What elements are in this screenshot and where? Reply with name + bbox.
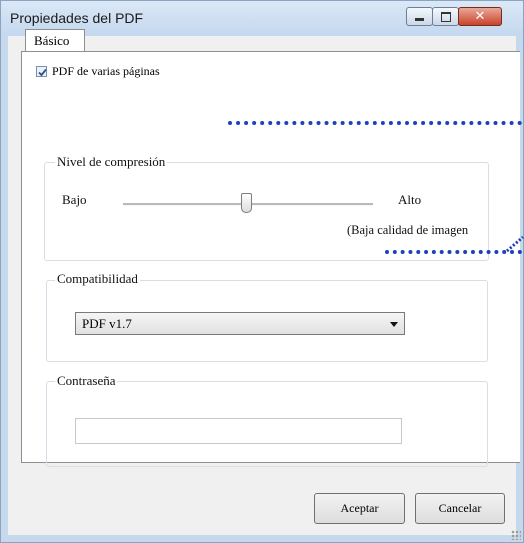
resize-grip-icon[interactable] <box>511 530 521 540</box>
callout-dotted-line <box>385 250 522 254</box>
maximize-button[interactable] <box>432 7 459 26</box>
ok-button[interactable]: Aceptar <box>314 493 405 524</box>
close-button[interactable]: ✕ <box>458 7 502 26</box>
minimize-button[interactable] <box>406 7 433 26</box>
compression-high-label: Alto <box>398 192 422 207</box>
compression-low-label: Bajo <box>62 192 87 207</box>
callout-dotted-diagonal <box>506 236 524 252</box>
multipage-label: PDF de varias páginas <box>52 64 160 78</box>
tab-basico[interactable]: Básico <box>25 29 85 51</box>
compression-note: (Baja calidad de imagen <box>347 223 469 237</box>
password-legend: Contraseña <box>55 373 118 389</box>
compatibility-value: PDF v1.7 <box>82 316 132 331</box>
window-title: Propiedades del PDF <box>10 10 144 26</box>
chevron-down-icon <box>390 322 398 327</box>
close-icon: ✕ <box>474 9 486 24</box>
callout-dotted-line <box>228 121 522 125</box>
compatibility-select[interactable]: PDF v1.7 <box>75 312 405 335</box>
compression-legend: Nivel de compresión <box>55 154 168 170</box>
password-field[interactable] <box>75 418 402 444</box>
maximize-icon <box>440 11 451 22</box>
minimize-icon <box>415 18 424 21</box>
multipage-option[interactable]: PDF de varias páginas <box>36 64 160 79</box>
compression-slider-thumb[interactable] <box>241 193 252 213</box>
compression-group <box>44 162 489 261</box>
cancel-button[interactable]: Cancelar <box>415 493 505 524</box>
compatibility-legend: Compatibilidad <box>55 271 140 287</box>
checkmark-icon <box>38 68 47 77</box>
multipage-checkbox[interactable] <box>36 66 47 77</box>
